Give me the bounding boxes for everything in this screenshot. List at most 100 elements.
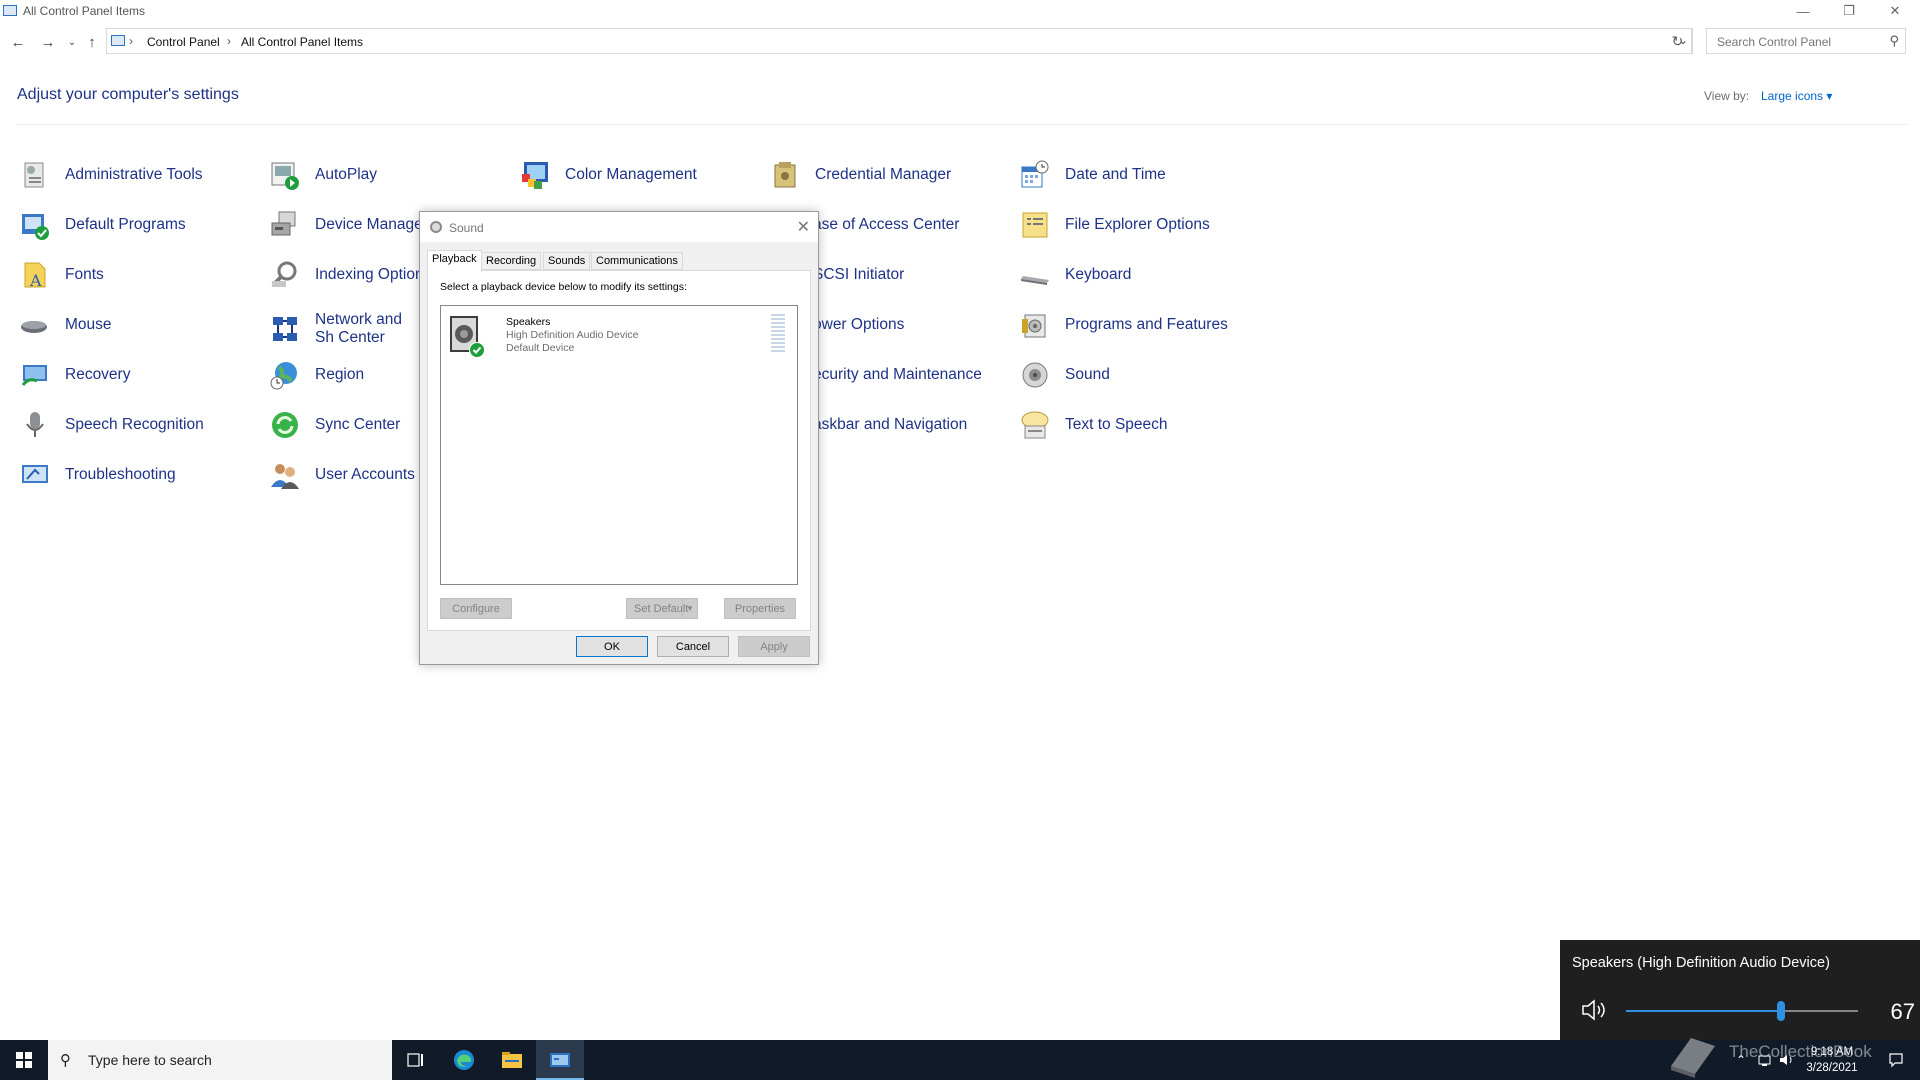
device-description: High Definition Audio Device [506,329,639,341]
cp-item-credential-manager[interactable]: Credential Manager [769,157,951,193]
search-box[interactable]: ⚲ [1706,28,1906,54]
file-explorer-icon[interactable] [488,1040,536,1080]
cp-item-troubleshooting[interactable]: Troubleshooting [19,457,176,493]
cp-item-default-programs[interactable]: Default Programs [19,207,186,243]
volume-slider[interactable] [1626,1001,1858,1021]
set-default-button[interactable]: Set Default ▾ [626,598,698,619]
region-label: Region [315,366,365,383]
tab-playback[interactable]: Playback [427,250,482,272]
cp-item-region[interactable]: Region [269,357,364,393]
edge-browser-icon[interactable] [440,1040,488,1080]
task-view-icon[interactable] [392,1040,440,1080]
set-default-dropdown-icon[interactable]: ▾ [682,599,697,618]
device-name: Speakers [506,316,551,328]
set-default-label: Set Default [634,602,689,615]
ok-button[interactable]: OK [576,636,648,657]
color-management-label: Color Management [565,166,697,183]
cp-item-network-and-sharing[interactable]: Network and Sh Center [269,307,425,351]
title-bar: All Control Panel Items — ❐ ✕ [0,0,1920,22]
speaker-volume-icon[interactable] [1580,998,1610,1022]
configure-button[interactable]: Configure [440,598,512,619]
restore-button[interactable]: ❐ [1826,0,1872,22]
dialog-title: Sound [449,221,484,235]
apply-button[interactable]: Apply [738,636,810,657]
tab-communications[interactable]: Communications [591,252,683,270]
security-and-maintenance-label: ecurity and Maintenance [813,366,982,383]
back-arrow-icon[interactable]: ← [8,32,28,52]
properties-button[interactable]: Properties [724,598,796,619]
watermark-text: TheCollectionBook [1729,1042,1872,1061]
calendar-clock-icon [1019,159,1051,191]
credential-manager-label: Credential Manager [815,166,952,183]
svg-text:A: A [29,271,42,290]
cp-item-recovery[interactable]: Recovery [19,357,130,393]
tab-recording[interactable]: Recording [481,252,542,270]
breadcrumb-control-panel[interactable]: Control Panel [147,35,220,49]
cp-item-indexing-options[interactable]: Indexing Option [269,257,424,293]
cp-item-fonts[interactable]: A Fonts [19,257,104,293]
troubleshooting-icon [19,459,51,491]
cp-item-text-to-speech[interactable]: Text to Speech [1019,407,1168,443]
tab-sounds[interactable]: Sounds [543,252,591,270]
address-bar[interactable]: › Control Panel › All Control Panel Item… [106,28,1693,54]
sound-dialog-icon [430,221,442,233]
taskbar-search-placeholder: Type here to search [88,1052,212,1068]
cp-item-color-management[interactable]: Color Management [519,157,697,193]
playback-instruction: Select a playback device below to modify… [440,281,687,293]
recent-locations-chevron-icon[interactable]: ⌄ [62,32,82,52]
refresh-icon[interactable]: ↻ [1664,28,1692,54]
cp-item-sound[interactable]: Sound [1019,357,1110,393]
administrative-tools-icon [19,159,51,191]
device-manager-label: Device Manage [315,216,423,233]
view-by-value: Large icons [1761,89,1824,103]
search-input[interactable] [1715,34,1879,50]
taskbar-search-box[interactable]: ⚲ Type here to search [48,1040,392,1080]
breadcrumb-all-items[interactable]: All Control Panel Items [241,35,363,49]
dialog-title-bar: Sound ✕ [420,212,818,242]
file-explorer-options-icon [1019,209,1051,241]
color-management-icon [519,159,551,191]
cp-item-autoplay[interactable]: AutoPlay [269,157,377,193]
taskbar: ⚲ Type here to search ⌃ 9:18 AM 3/28/202… [0,1040,1920,1080]
start-windows-icon[interactable] [0,1040,48,1080]
device-status: Default Device [506,342,575,354]
forward-arrow-icon[interactable]: → [38,32,58,52]
indexing-options-icon [269,259,301,291]
taskbar-and-navigation-label: askbar and Navigation [813,416,968,433]
cp-item-file-explorer-options[interactable]: File Explorer Options [1019,207,1210,243]
programs-and-features-label: Programs and Features [1065,316,1228,333]
search-icon[interactable]: ⚲ [1889,33,1899,49]
cancel-button[interactable]: Cancel [657,636,729,657]
power-options-label: ower Options [813,316,905,333]
control-panel-taskbar-icon[interactable] [536,1040,584,1080]
cp-item-administrative-tools[interactable]: Administrative Tools [19,157,203,193]
cp-item-programs-and-features[interactable]: Programs and Features [1019,307,1228,343]
troubleshooting-label: Troubleshooting [65,466,176,483]
sound-speaker-icon [1019,359,1051,391]
microphone-icon [19,409,51,441]
cp-item-date-and-time[interactable]: Date and Time [1019,157,1166,193]
volume-device-name[interactable]: Speakers (High Definition Audio Device) [1572,955,1830,971]
minimize-button[interactable]: — [1780,0,1826,22]
indexing-options-label: Indexing Option [315,266,424,283]
text-to-speech-icon [1019,409,1051,441]
volume-slider-thumb[interactable] [1777,1001,1786,1021]
programs-and-features-icon [1019,309,1051,341]
cp-item-mouse[interactable]: Mouse [19,307,112,343]
cp-item-device-manager[interactable]: Device Manage [269,207,423,243]
search-icon: ⚲ [60,1052,71,1069]
breadcrumb-separator: › [129,34,133,48]
dialog-close-icon[interactable]: ✕ [797,217,810,237]
up-arrow-icon[interactable]: ↑ [82,32,102,52]
cp-item-keyboard[interactable]: Keyboard [1019,257,1131,293]
default-programs-icon [19,209,51,241]
cp-item-user-accounts[interactable]: User Accounts [269,457,415,493]
volume-flyout: Speakers (High Definition Audio Device) … [1560,940,1920,1040]
date-and-time-label: Date and Time [1065,166,1166,183]
recovery-label: Recovery [65,366,131,383]
playback-device-list[interactable]: Speakers High Definition Audio Device De… [440,305,798,585]
view-by-dropdown[interactable]: Large icons ▾ [1761,89,1832,103]
close-button[interactable]: ✕ [1872,0,1918,22]
cp-item-speech-recognition[interactable]: Speech Recognition [19,407,204,443]
cp-item-sync-center[interactable]: Sync Center [269,407,400,443]
